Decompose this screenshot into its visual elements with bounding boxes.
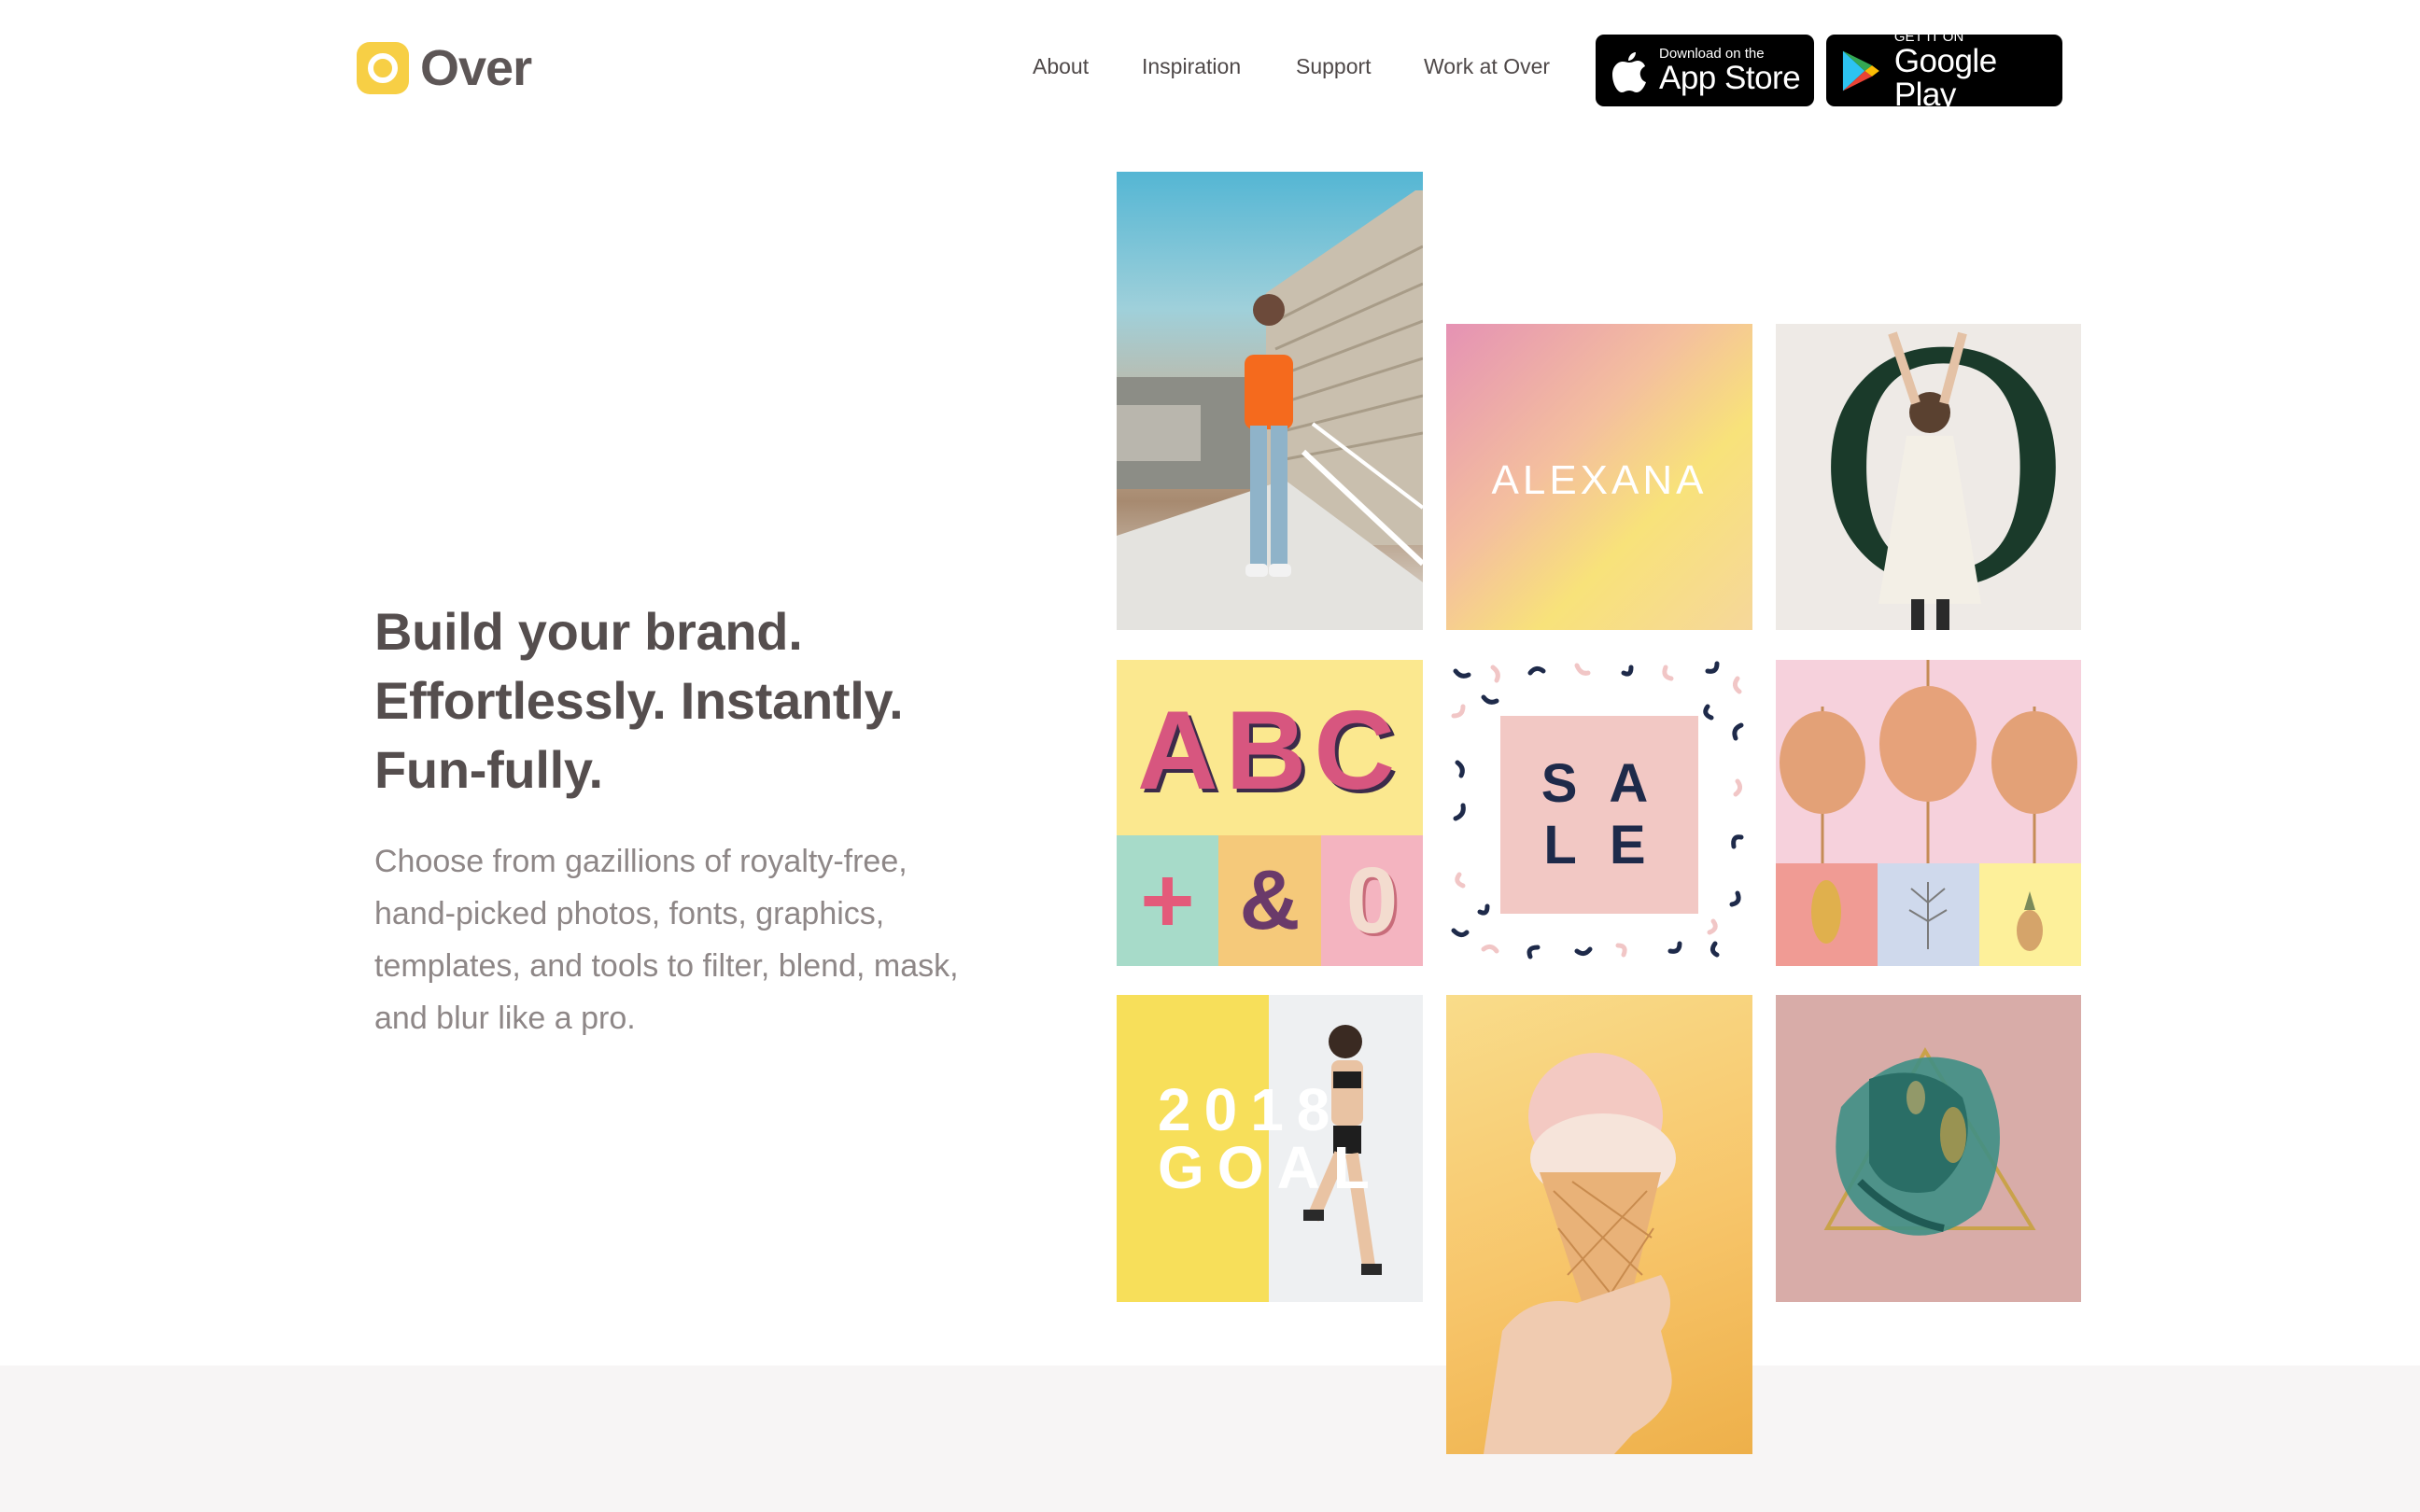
app-store-big-text: App Store — [1659, 59, 1801, 96]
tile-rooftop-photo — [1117, 172, 1423, 630]
logo-mark-icon — [357, 42, 409, 94]
app-store-button[interactable]: Download on the App Store — [1596, 35, 1814, 106]
description-line-1: Choose from gazillions of royalty-free, — [374, 844, 908, 879]
google-play-big-text: Google Play — [1893, 42, 1997, 113]
sale-line-1: S A — [1541, 753, 1658, 814]
headline-line-2: Effortlessly. Instantly. — [374, 671, 904, 730]
sale-line-2: L E — [1543, 815, 1655, 875]
goal-text: 2018 GOAL — [1158, 1076, 1383, 1201]
apple-icon — [1612, 51, 1646, 92]
tile-ice-cream — [1446, 995, 1752, 1454]
hero-headline: Build your brand. Effortlessly. Instantl… — [374, 597, 904, 805]
watercolor-image — [1823, 1047, 2036, 1236]
tile-watercolor — [1776, 995, 2081, 1302]
amp-text: & — [1239, 854, 1301, 947]
abc-text: ABC — [1137, 688, 1402, 813]
tile-abc-letters: ABC + & 0 — [1117, 660, 1423, 966]
footer-band — [0, 1365, 2420, 1512]
tile-sale: S A L E — [1446, 660, 1752, 966]
tile-letter-o: O — [1776, 324, 2081, 630]
plus-block: + — [1117, 835, 1218, 966]
description-line-3: templates, and tools to filter, blend, m… — [374, 948, 959, 984]
hero-description: Choose from gazillions of royalty-free, … — [374, 835, 1028, 1044]
zero-text: 0 — [1345, 848, 1399, 953]
goal-line-2: GOAL — [1158, 1134, 1383, 1201]
google-play-button[interactable]: GET IT ON Google Play — [1826, 29, 2062, 111]
nav-support[interactable]: Support — [1296, 54, 1372, 79]
description-line-2: hand-picked photos, fonts, graphics, — [374, 896, 885, 931]
logo-text: Over — [420, 40, 532, 96]
ice-cream-image — [1484, 1053, 1676, 1454]
description-line-4: and blur like a pro. — [374, 1001, 636, 1036]
amp-block: & — [1218, 835, 1321, 966]
alexana-text: ALEXANA — [1491, 457, 1708, 503]
gold-leaves-image — [1776, 660, 2081, 966]
dancer-figure-image — [1878, 331, 1981, 630]
nav-about[interactable]: About — [1033, 54, 1089, 79]
tile-alexana: ALEXANA — [1446, 324, 1752, 630]
tile-gold-leaves — [1776, 660, 2081, 966]
tile-2018-goal: 2018 GOAL — [1117, 995, 1423, 1302]
nav-work-at-over[interactable]: Work at Over — [1424, 54, 1550, 79]
sale-text: S A L E — [1500, 753, 1698, 876]
logo[interactable]: Over — [357, 39, 532, 97]
nav-inspiration[interactable]: Inspiration — [1142, 54, 1241, 79]
google-play-icon — [1842, 50, 1879, 91]
goal-line-1: 2018 — [1158, 1076, 1344, 1143]
zero-block: 0 — [1321, 835, 1423, 966]
rooftop-photo-image — [1117, 190, 1423, 630]
headline-line-3: Fun-fully. — [374, 740, 603, 799]
plus-text: + — [1140, 848, 1195, 953]
headline-line-1: Build your brand. — [374, 602, 803, 661]
